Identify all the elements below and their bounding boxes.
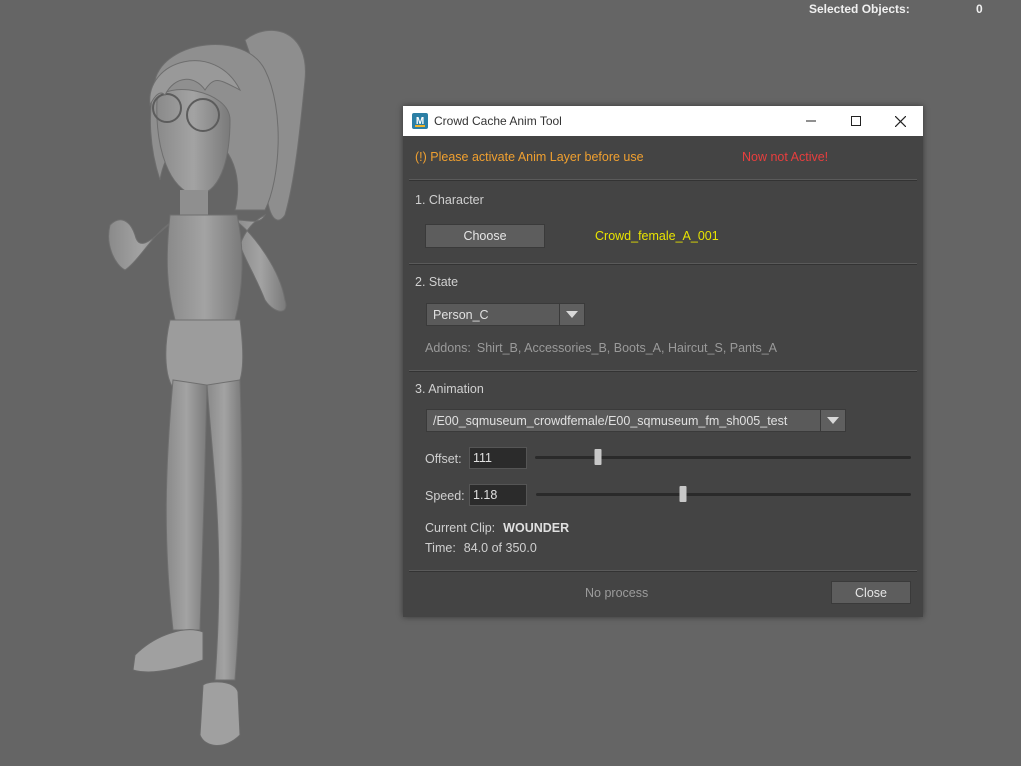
process-status: No process <box>585 586 649 600</box>
divider <box>409 570 917 572</box>
state-section-title: 2. State <box>415 275 459 289</box>
maya-app-icon: M <box>412 113 428 129</box>
title-bar[interactable]: M Crowd Cache Anim Tool <box>403 106 923 136</box>
time-readout: Time: 84.0 of 350.0 <box>425 541 537 555</box>
character-name: Crowd_female_A_001 <box>595 229 719 243</box>
choose-character-button[interactable]: Choose <box>425 224 545 248</box>
state-dropdown[interactable]: Person_C <box>426 303 585 326</box>
divider <box>409 370 917 372</box>
minimize-button[interactable] <box>788 106 833 136</box>
active-status: Now not Active! <box>742 150 829 164</box>
close-window-button[interactable] <box>878 106 923 136</box>
hud-value: 0 <box>976 2 983 16</box>
time-label: Time: <box>425 541 456 555</box>
anim-layer-warning: (!) Please activate Anim Layer before us… <box>415 150 644 164</box>
speed-slider-handle[interactable] <box>679 486 687 502</box>
offset-slider-handle[interactable] <box>594 449 602 465</box>
offset-field[interactable]: 111 <box>469 447 527 469</box>
addons-label: Addons: <box>425 341 471 355</box>
chevron-down-icon[interactable] <box>820 410 845 431</box>
time-value: 84.0 of 350.0 <box>463 541 537 555</box>
close-button[interactable]: Close <box>831 581 911 604</box>
animation-section-title: 3. Animation <box>415 382 484 396</box>
clip-label: Current Clip: <box>425 521 496 535</box>
divider <box>409 263 917 265</box>
offset-label: Offset: <box>425 452 462 466</box>
speed-label: Speed: <box>425 489 465 503</box>
offset-slider[interactable] <box>535 449 911 465</box>
close-icon <box>895 115 906 127</box>
speed-field[interactable]: 1.18 <box>469 484 527 506</box>
animation-selected: /E00_sqmuseum_crowdfemale/E00_sqmuseum_f… <box>433 413 788 428</box>
state-selected: Person_C <box>433 307 489 322</box>
addons-value: Shirt_B, Accessories_B, Boots_A, Haircut… <box>476 341 778 355</box>
divider <box>409 179 917 181</box>
chevron-down-icon[interactable] <box>559 304 584 325</box>
crowd-cache-anim-window: M Crowd Cache Anim Tool (!) Please activ… <box>403 106 923 617</box>
current-clip: Current Clip: WOUNDER <box>425 521 569 535</box>
maximize-icon <box>850 116 861 126</box>
animation-dropdown[interactable]: /E00_sqmuseum_crowdfemale/E00_sqmuseum_f… <box>426 409 846 432</box>
window-title: Crowd Cache Anim Tool <box>434 114 562 128</box>
clip-value: WOUNDER <box>503 521 570 535</box>
character-model[interactable] <box>95 20 325 755</box>
hud-label: Selected Objects: <box>809 2 910 16</box>
minimize-icon <box>805 120 816 122</box>
character-section-title: 1. Character <box>415 193 484 207</box>
maximize-button[interactable] <box>833 106 878 136</box>
addons-line: Addons: Shirt_B, Accessories_B, Boots_A, … <box>425 341 777 355</box>
speed-slider[interactable] <box>536 486 911 502</box>
